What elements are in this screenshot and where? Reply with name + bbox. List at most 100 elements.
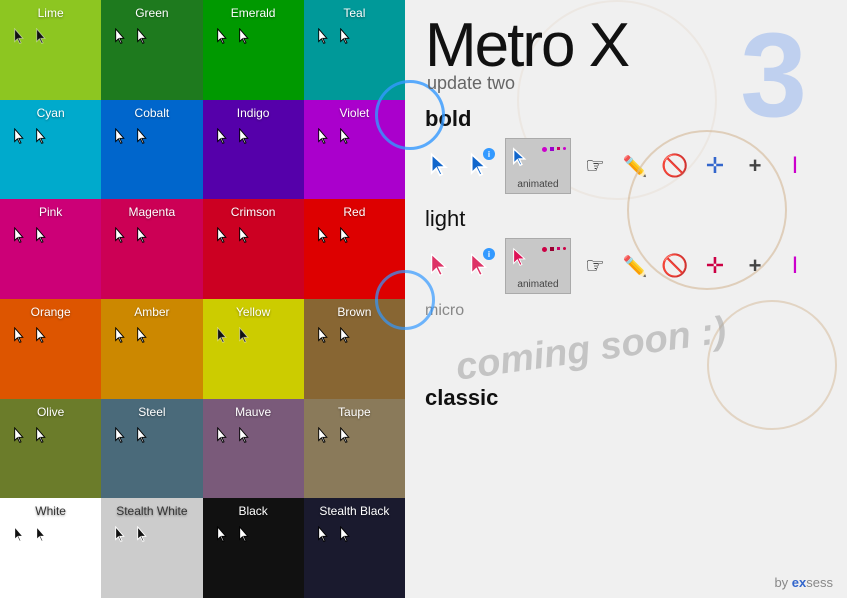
color-tile-violet[interactable]: Violet: [304, 100, 405, 200]
color-tile-orange[interactable]: Orange: [0, 299, 101, 399]
color-tile-mauve[interactable]: Mauve: [203, 399, 304, 499]
color-tile-magenta[interactable]: Magenta: [101, 199, 202, 299]
coming-soon-text: coming soon :): [425, 322, 827, 371]
color-tile-yellow[interactable]: Yellow: [203, 299, 304, 399]
tile-cursors-stealth-black: [312, 526, 356, 549]
bold-animated-label: animated: [517, 179, 558, 190]
color-tile-lime[interactable]: Lime: [0, 0, 101, 100]
tile-cursors-crimson: [211, 227, 255, 250]
tile-cursors-taupe: [312, 427, 356, 450]
color-tile-stealth-white[interactable]: Stealth White: [101, 498, 202, 598]
tile-cursor-steel-0: [113, 427, 131, 450]
color-tiles-grid: Lime Green Emerald Teal Cyan Cobalt Indigo Viol…: [0, 0, 405, 598]
tile-label-green: Green: [109, 6, 194, 20]
color-tile-stealth-black[interactable]: Stealth Black: [304, 498, 405, 598]
tile-cursors-red: [312, 227, 356, 250]
bold-plus-icon: +: [739, 150, 771, 182]
color-tile-green[interactable]: Green: [101, 0, 202, 100]
color-tile-pink[interactable]: Pink: [0, 199, 101, 299]
tile-cursor-cobalt-1: [135, 128, 153, 151]
tile-label-black: Black: [211, 504, 296, 518]
micro-section-label: micro: [425, 302, 827, 320]
tile-cursors-green: [109, 28, 153, 51]
tile-cursor-pink-0: [12, 227, 30, 250]
tile-label-magenta: Magenta: [109, 205, 194, 219]
tile-cursors-lime: [8, 28, 52, 51]
tile-cursor-cyan-1: [34, 128, 52, 151]
tile-label-white: White: [8, 504, 93, 518]
color-tile-emerald[interactable]: Emerald: [203, 0, 304, 100]
color-tile-red[interactable]: Red: [304, 199, 405, 299]
tile-cursor-stealth-black-1: [338, 526, 356, 549]
tile-cursor-cyan-0: [12, 128, 30, 151]
tile-cursor-crimson-0: [215, 227, 233, 250]
tile-cursor-red-1: [338, 227, 356, 250]
color-tile-white[interactable]: White: [0, 498, 101, 598]
tile-cursors-cobalt: [109, 128, 153, 151]
tile-label-cyan: Cyan: [8, 106, 93, 120]
bold-no-icon: 🚫: [659, 150, 691, 182]
color-tile-crimson[interactable]: Crimson: [203, 199, 304, 299]
tile-cursors-stealth-white: [109, 526, 153, 549]
hover-badge: i: [483, 148, 495, 160]
bold-move-icon: ✛: [699, 150, 731, 182]
color-tile-indigo[interactable]: Indigo: [203, 100, 304, 200]
tile-cursor-green-1: [135, 28, 153, 51]
color-tile-olive[interactable]: Olive: [0, 399, 101, 499]
tile-cursor-black-1: [237, 526, 255, 549]
color-tile-cobalt[interactable]: Cobalt: [101, 100, 202, 200]
tile-cursors-indigo: [211, 128, 255, 151]
tile-label-stealth-white: Stealth White: [109, 504, 194, 518]
tile-cursor-orange-0: [12, 327, 30, 350]
bold-hover-cursor-icon: i: [465, 150, 497, 182]
tile-cursors-magenta: [109, 227, 153, 250]
tile-cursor-mauve-0: [215, 427, 233, 450]
tile-cursors-steel: [109, 427, 153, 450]
tile-cursors-mauve: [211, 427, 255, 450]
tile-cursor-violet-1: [338, 128, 356, 151]
tile-label-pink: Pink: [8, 205, 93, 219]
tile-cursors-violet: [312, 128, 356, 151]
tile-cursor-taupe-0: [316, 427, 334, 450]
tile-cursor-yellow-1: [237, 327, 255, 350]
tile-cursor-teal-1: [338, 28, 356, 51]
tile-label-cobalt: Cobalt: [109, 106, 194, 120]
tile-cursor-amber-0: [113, 327, 131, 350]
bold-normal-cursor-icon: [425, 150, 457, 182]
color-tile-amber[interactable]: Amber: [101, 299, 202, 399]
tile-cursor-yellow-0: [215, 327, 233, 350]
light-section-label: light: [425, 206, 827, 232]
light-no-icon: 🚫: [659, 250, 691, 282]
tile-cursors-yellow: [211, 327, 255, 350]
tile-label-brown: Brown: [312, 305, 397, 319]
tile-cursor-indigo-1: [237, 128, 255, 151]
light-pencil-icon: ✏️: [619, 250, 651, 282]
tile-label-emerald: Emerald: [211, 6, 296, 20]
tile-label-orange: Orange: [8, 305, 93, 319]
color-tile-steel[interactable]: Steel: [101, 399, 202, 499]
tile-label-violet: Violet: [312, 106, 397, 120]
tile-cursor-lime-0: [12, 28, 30, 51]
color-tile-taupe[interactable]: Taupe: [304, 399, 405, 499]
bold-cursor-row: i animated ☞ ✏️: [425, 138, 827, 194]
color-tile-brown[interactable]: Brown: [304, 299, 405, 399]
tile-cursors-olive: [8, 427, 52, 450]
version-number: 3: [740, 15, 807, 135]
color-tile-teal[interactable]: Teal: [304, 0, 405, 100]
tile-cursor-brown-0: [316, 327, 334, 350]
color-tile-black[interactable]: Black: [203, 498, 304, 598]
tile-label-crimson: Crimson: [211, 205, 296, 219]
color-tile-cyan[interactable]: Cyan: [0, 100, 101, 200]
tile-cursors-black: [211, 526, 255, 549]
tile-cursor-taupe-1: [338, 427, 356, 450]
tile-cursor-olive-0: [12, 427, 30, 450]
tile-cursors-cyan: [8, 128, 52, 151]
light-animated-box: animated: [505, 238, 571, 294]
tile-cursors-pink: [8, 227, 52, 250]
tile-cursor-magenta-1: [135, 227, 153, 250]
tile-label-yellow: Yellow: [211, 305, 296, 319]
tile-cursor-red-0: [316, 227, 334, 250]
light-text-cursor-icon: I: [779, 250, 811, 282]
bold-animated-box: animated: [505, 138, 571, 194]
tile-cursors-orange: [8, 327, 52, 350]
